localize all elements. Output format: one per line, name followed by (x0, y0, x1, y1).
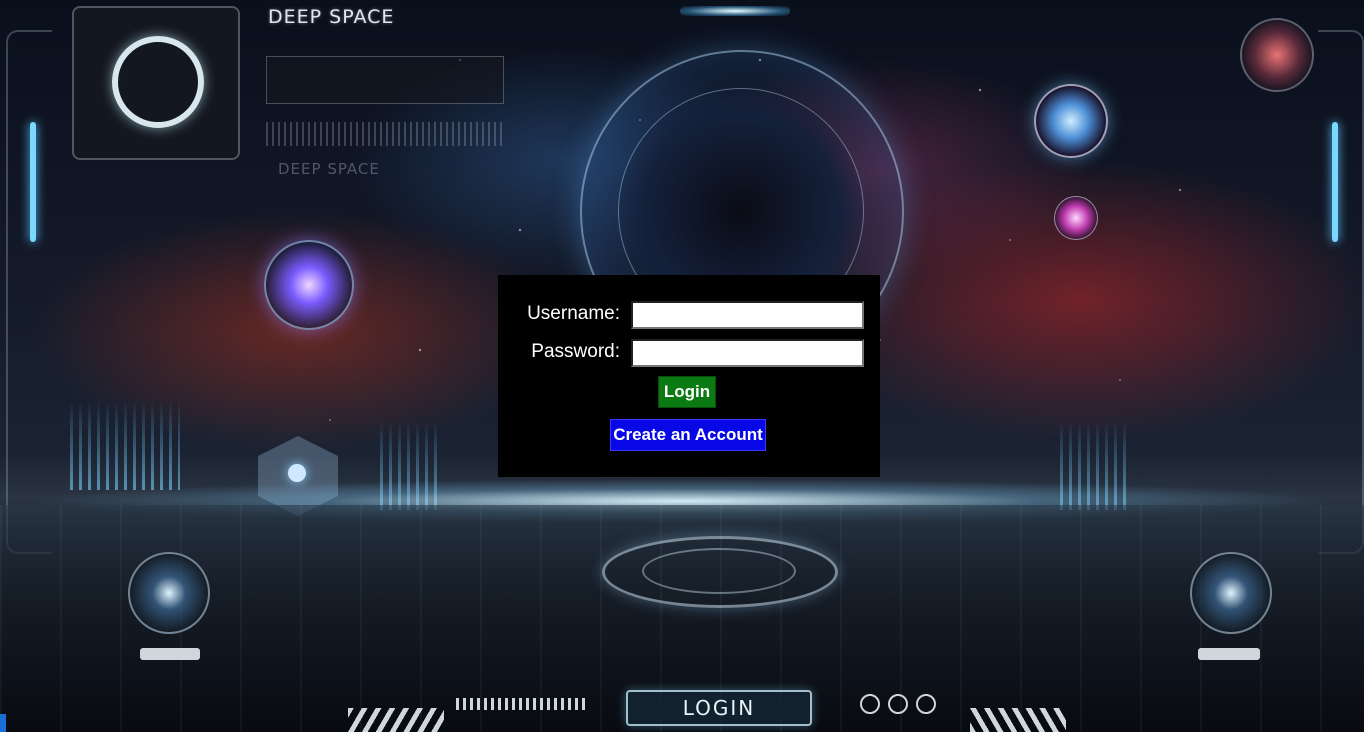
left-equalizer (70, 400, 180, 490)
left-frame (6, 30, 52, 554)
taskbar-corner (0, 714, 6, 732)
right-light-bar (1332, 122, 1338, 242)
floor-orb-right (1190, 552, 1272, 634)
username-label: Username: (527, 303, 620, 324)
dial-ring (112, 36, 204, 128)
corner-orb (1240, 18, 1314, 92)
floor-plate-right (1198, 648, 1260, 660)
hazard-stripes-right (970, 708, 1066, 732)
top-light (680, 6, 790, 16)
login-button[interactable]: Login (658, 376, 716, 408)
indicator-strip (456, 698, 586, 710)
brand-title: DEEP SPACE (268, 6, 395, 28)
hazard-stripes-left (348, 708, 444, 732)
password-input[interactable] (631, 339, 864, 367)
floor-login-plate: LOGIN (626, 690, 812, 726)
right-frame (1318, 30, 1364, 554)
password-row: Password: (498, 338, 880, 367)
right-orb (1034, 84, 1108, 158)
hud-panel (266, 56, 504, 104)
password-label: Password: (531, 341, 620, 362)
knob-icon (860, 694, 880, 714)
left-orb (264, 240, 354, 330)
login-form: Username: Password: Login Create an Acco… (498, 275, 880, 477)
create-account-button[interactable]: Create an Account (610, 419, 766, 451)
floor-knobs (854, 694, 944, 714)
small-orb (1054, 196, 1098, 240)
left-light-bar (30, 122, 36, 242)
brand-echo: DEEP SPACE (278, 160, 380, 178)
hud-barcode (266, 122, 502, 146)
floor-ring-inner (642, 548, 796, 594)
floor-plate-left (140, 648, 200, 660)
knob-icon (916, 694, 936, 714)
knob-icon (888, 694, 908, 714)
username-input[interactable] (631, 301, 864, 329)
username-row: Username: (498, 300, 880, 329)
floor-orb-left (128, 552, 210, 634)
